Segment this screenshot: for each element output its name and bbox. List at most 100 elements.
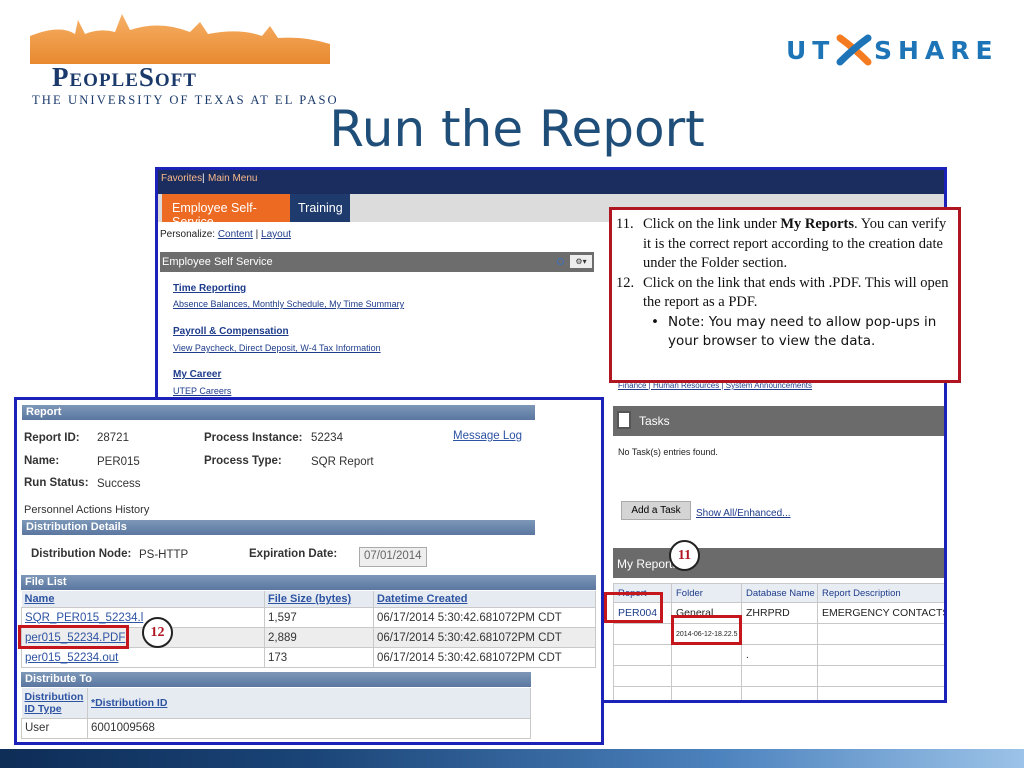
personalize-sep: |	[255, 229, 259, 240]
folder-cell	[671, 686, 742, 700]
dist-node-label: Distribution Node:	[31, 548, 132, 560]
payroll-sublinks[interactable]: View Paycheck, Direct Deposit, W-4 Tax I…	[173, 343, 381, 353]
name-value: PER015	[97, 456, 140, 468]
report-id-label: Report ID:	[24, 432, 80, 444]
process-instance-value: 52234	[311, 432, 343, 444]
time-reporting-link[interactable]: Time Reporting	[173, 283, 246, 294]
cross-icon	[836, 34, 872, 66]
table-row: User 6001009568	[21, 717, 531, 739]
slide-title: Run the Report	[329, 100, 705, 158]
main-menu[interactable]: Main Menu	[208, 173, 257, 184]
file-datetime: 06/17/2014 5:30:42.681072PM CDT	[373, 627, 596, 648]
file-size: 1,597	[264, 607, 374, 628]
utshare-logo: UT SHARE	[780, 34, 995, 72]
col-name[interactable]: Name	[21, 591, 265, 608]
tab-training[interactable]: Training	[290, 194, 350, 222]
time-reporting-sublinks[interactable]: Absence Balances, Monthly Schedule, My T…	[173, 299, 404, 309]
personalize-label: Personalize:	[160, 229, 216, 240]
popup-note-text: Note: You may need to allow pop-ups in y…	[668, 313, 937, 349]
col-dist-id[interactable]: *Distribution ID	[87, 688, 531, 718]
add-task-button[interactable]: Add a Task	[621, 501, 691, 520]
step-11-marker: 11	[669, 540, 700, 571]
col-folder[interactable]: Folder	[671, 583, 742, 603]
ess-panel-title: Employee Self Service	[162, 256, 273, 268]
database-cell	[741, 623, 818, 645]
my-reports-header: My Reports	[613, 548, 944, 578]
highlight-report-link	[604, 592, 663, 623]
file-size: 2,889	[264, 627, 374, 648]
table-row: PER004 General ZHRPRD EMERGENCY CONTACTS	[613, 602, 944, 624]
exp-date-label: Expiration Date:	[249, 548, 338, 560]
utshare-logo-share: SHARE	[874, 36, 999, 65]
skyline-graphic	[30, 14, 330, 64]
file-datetime: 06/17/2014 5:30:42.681072PM CDT	[373, 647, 596, 668]
table-row: per015_52234.out 173 06/17/2014 5:30:42.…	[21, 647, 596, 668]
report-cell	[613, 665, 672, 687]
report-cell	[613, 644, 672, 666]
col-description[interactable]: Report Description	[817, 583, 944, 603]
dist-type-cell: User	[21, 717, 88, 739]
my-career-link[interactable]: My Career	[173, 369, 221, 380]
col-database[interactable]: Database Name	[741, 583, 818, 603]
exp-date-field[interactable]: 07/01/2014	[359, 547, 427, 567]
highlight-folder-date	[671, 615, 742, 645]
run-status-value: Success	[97, 478, 141, 490]
tasks-empty: No Task(s) entries found.	[618, 447, 718, 457]
personalize-layout-link[interactable]: Layout	[261, 229, 291, 240]
footer-bar	[0, 749, 1024, 768]
instruction-11-num: 11.	[616, 216, 634, 232]
file-datetime: 06/17/2014 5:30:42.681072PM CDT	[373, 607, 596, 628]
description-cell	[817, 686, 944, 700]
instruction-11: 11. Click on the link under My Reports. …	[616, 215, 950, 274]
step-12-marker: 12	[142, 617, 173, 648]
utshare-logo-ut: UT	[786, 36, 836, 65]
tasks-header: Tasks	[613, 406, 944, 436]
message-log-link[interactable]: Message Log	[453, 430, 522, 442]
report-cell	[613, 623, 672, 645]
tasks-icon	[617, 411, 631, 429]
highlight-pdf-link	[18, 625, 129, 649]
report-detail-screenshot: Report Report ID: 28721 Process Instance…	[14, 397, 604, 745]
col-file-size[interactable]: File Size (bytes)	[264, 591, 374, 608]
description-cell	[817, 623, 944, 645]
folder-cell	[671, 644, 742, 666]
my-reports-table: Report Folder Database Name Report Descr…	[613, 583, 944, 700]
personalize-content-link[interactable]: Content	[218, 229, 253, 240]
ess-panel-header: Employee Self Service ⚙▾	[160, 252, 594, 272]
col-datetime[interactable]: Datetime Created	[373, 591, 596, 608]
career-sublinks[interactable]: UTEP Careers	[173, 386, 231, 396]
table-row	[613, 665, 944, 687]
peoplesoft-wordmark: PeopleSoft	[52, 62, 197, 92]
col-dist-id-type[interactable]: Distribution ID Type	[21, 688, 88, 718]
file-list-header-row: Name File Size (bytes) Datetime Created	[21, 591, 596, 608]
description-cell: EMERGENCY CONTACTS	[817, 602, 944, 624]
portal-topbar: Favorites | Main Menu	[158, 170, 944, 194]
file-link-out[interactable]: per015_52234.out	[21, 647, 265, 668]
distribute-header-row: Distribution ID Type *Distribution ID	[21, 688, 531, 718]
process-type-label: Process Type:	[204, 455, 282, 467]
dist-id-cell: 6001009568	[87, 717, 531, 739]
distribution-details-header: Distribution Details	[22, 520, 535, 535]
database-cell	[741, 686, 818, 700]
panel-options-icon[interactable]: ⚙▾	[570, 255, 592, 268]
favorites-menu[interactable]: Favorites	[161, 173, 202, 184]
process-instance-label: Process Instance:	[204, 432, 303, 444]
description-cell	[817, 644, 944, 666]
instruction-11-bold: My Reports	[780, 216, 855, 232]
tab-employee-self-service[interactable]: Employee Self-Service	[162, 194, 290, 229]
bullet-icon: •	[651, 313, 659, 330]
popup-note: • Note: You may need to allow pop-ups in…	[616, 313, 950, 351]
database-cell: ZHRPRD	[741, 602, 818, 624]
slide: PeopleSoft THE UNIVERSITY OF TEXAS AT EL…	[0, 0, 1024, 768]
name-label: Name:	[24, 455, 60, 467]
process-type-value: SQR Report	[311, 456, 374, 468]
instruction-12-num: 12.	[616, 274, 635, 291]
refresh-icon[interactable]	[557, 258, 564, 265]
table-row: .	[613, 644, 944, 666]
menu-separator: |	[202, 173, 205, 184]
show-all-link[interactable]: Show All/Enhanced...	[696, 508, 791, 519]
folder-cell	[671, 665, 742, 687]
database-cell: .	[741, 644, 818, 666]
file-size: 173	[264, 647, 374, 668]
payroll-link[interactable]: Payroll & Compensation	[173, 326, 289, 337]
